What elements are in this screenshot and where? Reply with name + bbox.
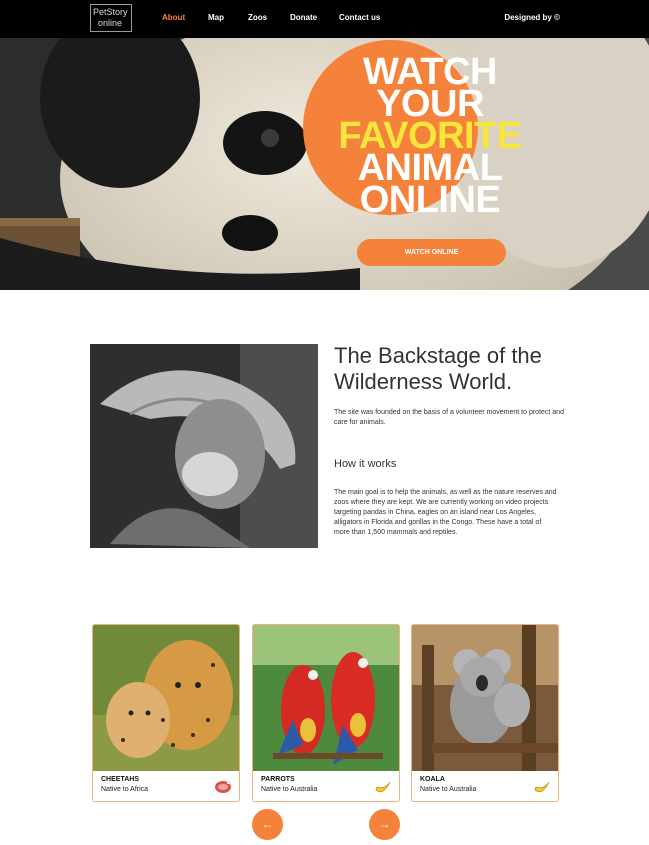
cheetah-photo — [93, 625, 239, 771]
about-photo — [90, 344, 318, 548]
hero-banner: WATCH YOUR FAVORITE ANIMAL ONLINE WATCH … — [0, 38, 649, 290]
card-name: KOALA — [420, 776, 445, 783]
top-nav-bar: PetStory online About Map Zoos Donate Co… — [0, 0, 649, 38]
parrot-photo — [253, 625, 399, 771]
banana-icon — [373, 776, 393, 796]
hero-headline: WATCH YOUR FAVORITE ANIMAL ONLINE — [330, 53, 530, 221]
site-logo[interactable]: PetStory online — [90, 4, 132, 32]
logo-line-2: online — [98, 18, 123, 28]
carousel-next-button[interactable]: → — [369, 809, 400, 840]
logo-line-1: PetStory — [93, 7, 128, 17]
how-it-works-heading: How it works — [334, 458, 397, 470]
meat-icon — [213, 776, 233, 796]
koala-photo — [412, 625, 558, 771]
nav-contact-us[interactable]: Contact us — [339, 13, 380, 22]
animal-card-koala[interactable]: KOALA Native to Australia — [411, 624, 559, 802]
nav-about[interactable]: About — [162, 13, 185, 22]
nav-map[interactable]: Map — [208, 13, 224, 22]
about-description: The site was founded on the basis of a v… — [334, 409, 564, 426]
designed-by-credit: Designed by © — [504, 13, 560, 22]
card-name: PARROTS — [261, 776, 295, 783]
nav-donate[interactable]: Donate — [290, 13, 317, 22]
card-native: Native to Australia — [420, 786, 477, 793]
carousel-prev-button[interactable]: ← — [252, 809, 283, 840]
card-native: Native to Africa — [101, 786, 149, 793]
banana-icon — [532, 776, 552, 796]
watch-online-button[interactable]: WATCH ONLINE — [357, 239, 506, 266]
animal-card-cheetahs[interactable]: CHEETAHS Native to Africa — [92, 624, 240, 802]
animal-card-parrots[interactable]: PARROTS Native to Australia — [252, 624, 400, 802]
card-name: CHEETAHS — [101, 776, 139, 783]
how-it-works-text: The main goal is to help the animals, as… — [334, 489, 557, 536]
nav-zoos[interactable]: Zoos — [248, 13, 267, 22]
hero-line-5: ONLINE — [359, 179, 501, 221]
card-native: Native to Australia — [261, 786, 318, 793]
about-title: The Backstage of the Wilderness World. — [334, 343, 542, 394]
